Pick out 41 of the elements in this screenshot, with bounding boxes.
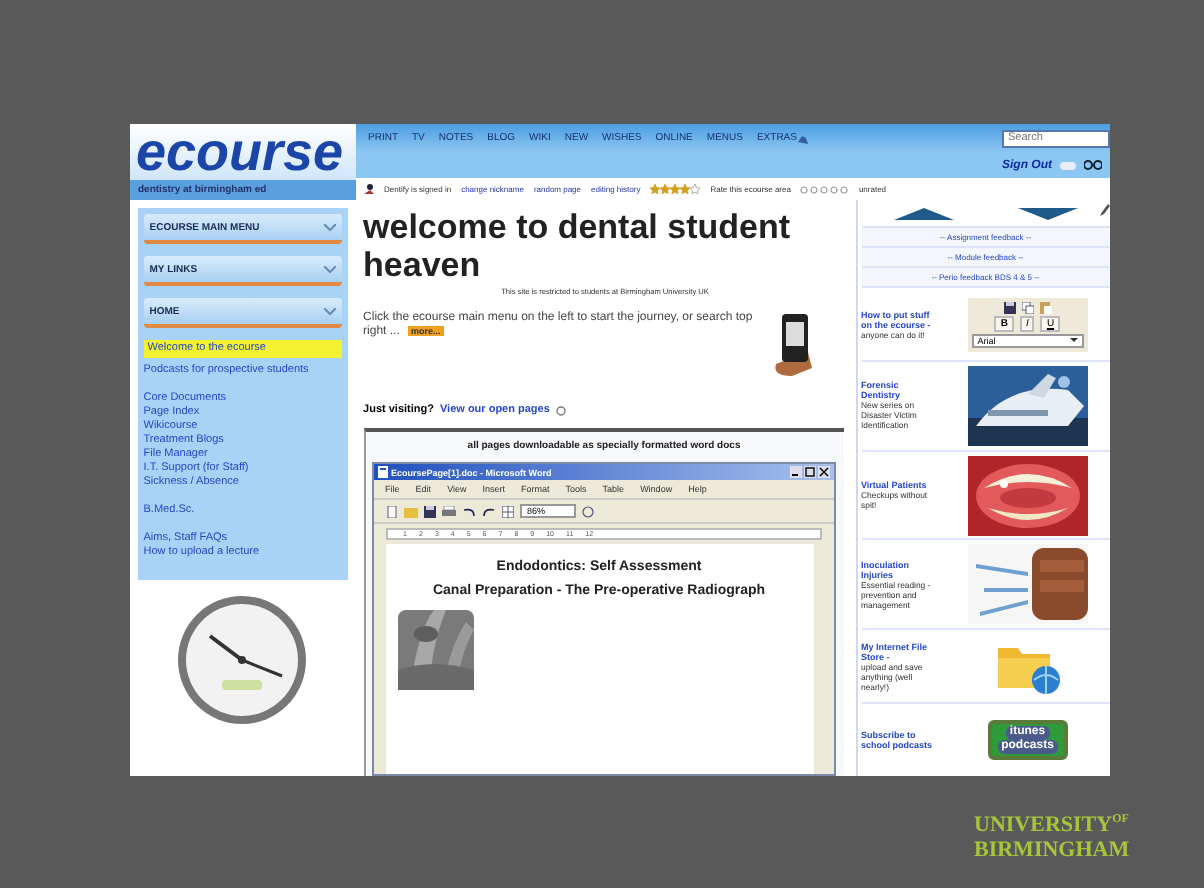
dropdown-arrow-icon[interactable] (1069, 335, 1078, 344)
up-arrow-icon[interactable] (893, 207, 954, 220)
collapse-icon[interactable] (323, 223, 336, 231)
user-icon (364, 184, 374, 194)
table-icon[interactable] (501, 505, 514, 517)
undo-icon[interactable] (461, 505, 476, 517)
university-logo-text: UNIVERSITY$^{OF}$ (974, 811, 1130, 838)
save-icon[interactable] (423, 505, 436, 517)
down-arrow-icon[interactable] (1017, 207, 1078, 220)
close-icon[interactable] (817, 466, 830, 478)
collapse-icon[interactable] (323, 307, 336, 315)
print-icon[interactable] (441, 505, 456, 517)
star-rating[interactable] (650, 184, 701, 194)
star-icon[interactable] (680, 184, 691, 194)
paste-icon[interactable] (1039, 301, 1052, 314)
glasses-icon[interactable] (1084, 160, 1102, 170)
star-icon[interactable] (670, 184, 681, 194)
toggle-icon[interactable] (1060, 161, 1076, 169)
rating-circle-icon[interactable] (800, 185, 809, 193)
page-title: welcome to dental student heaven (363, 208, 793, 284)
new-document-icon[interactable] (385, 505, 398, 517)
rating-circle-icon[interactable] (820, 185, 829, 193)
collapse-icon[interactable] (323, 265, 336, 273)
copy-icon[interactable] (1021, 301, 1034, 314)
rating-circle-icon[interactable] (830, 185, 839, 193)
minimize-icon[interactable] (789, 466, 802, 478)
folder-icon[interactable] (403, 505, 418, 517)
rating-circle-icon[interactable] (810, 185, 819, 193)
star-icon[interactable] (690, 184, 701, 194)
star-icon[interactable] (660, 184, 671, 194)
maximize-icon[interactable] (803, 466, 816, 478)
university-logo-text: BIRMINGHAM (974, 837, 1130, 862)
site-logo[interactable]: ecourse (130, 124, 356, 180)
word-document-icon (377, 466, 388, 478)
redo-icon[interactable] (481, 505, 496, 517)
pencil-icon[interactable] (1100, 204, 1110, 216)
rating-circle-icon[interactable] (840, 185, 849, 193)
phone-icon (771, 312, 816, 376)
star-icon[interactable] (650, 184, 661, 194)
save-icon[interactable] (1003, 301, 1016, 314)
clock-drawing (174, 592, 311, 724)
